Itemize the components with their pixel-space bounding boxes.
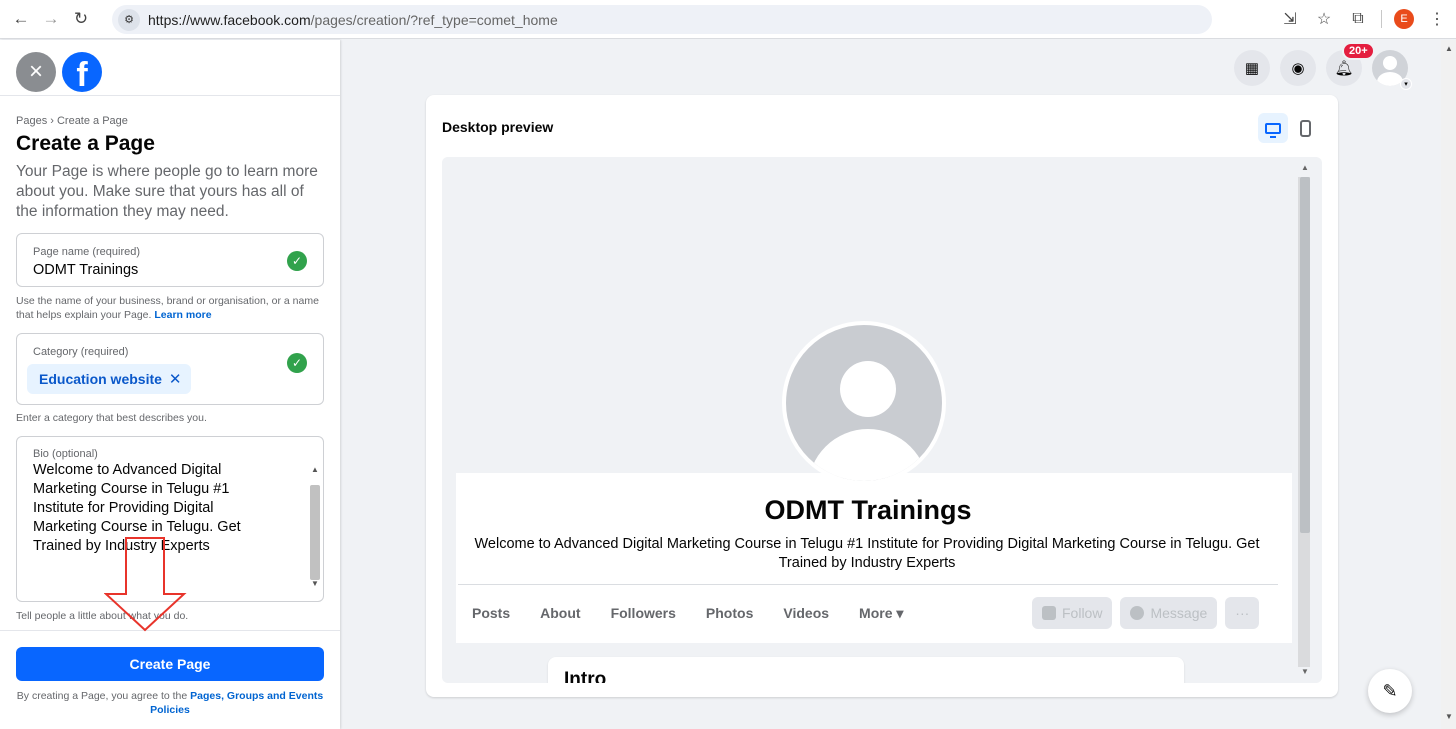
panel-header: × f [0,40,340,96]
category-chip-label: Education website [39,371,162,387]
category-chip: Education website ✕ [27,364,191,394]
page-name-label: Page name (required) [33,246,141,258]
forward-arrow-icon[interactable]: → [38,6,64,32]
profile-picture [782,321,946,485]
page-name-field[interactable]: Page name (required) ODMT Trainings ✓ [16,233,324,287]
scroll-up-icon[interactable]: ▲ [1445,44,1453,53]
remove-chip-icon[interactable]: ✕ [169,370,182,388]
kebab-menu-icon[interactable]: ⋮ [1426,6,1448,32]
create-page-button[interactable]: Create Page [16,647,324,681]
messenger-icon[interactable]: ◉ [1280,50,1316,86]
intro-description: Your Page is where people go to learn mo… [16,163,318,220]
breadcrumb[interactable]: Pages › Create a Page [16,115,128,127]
scroll-up-icon[interactable]: ▲ [311,465,319,474]
follow-icon [1042,606,1056,620]
facebook-logo-icon[interactable]: f [62,52,102,92]
bio-scrollbar[interactable]: ▲ ▼ [309,461,321,589]
terms-notice: By creating a Page, you agree to the Pag… [16,690,324,716]
facebook-top-actions: ▦ ◉ 🔔︎ 20+ [1234,42,1408,86]
notifications-bell-icon[interactable]: 🔔︎ 20+ [1326,42,1375,86]
divider [458,584,1278,585]
scroll-down-icon[interactable]: ▼ [311,579,319,588]
page-name-helper: Use the name of your business, brand or … [16,295,319,321]
scroll-thumb[interactable] [1300,177,1310,533]
intro-card: Intro [548,657,1184,683]
page-name-value[interactable]: ODMT Trainings [33,262,138,278]
category-helper: Enter a category that best describes you… [16,412,207,424]
scroll-down-icon[interactable]: ▼ [1301,667,1309,676]
category-label: Category (required) [33,346,129,358]
annotation-arrow-icon [104,537,187,632]
tab-videos[interactable]: Videos [783,605,829,622]
intro-heading: Intro [564,669,607,683]
tab-about[interactable]: About [540,605,580,622]
install-app-icon[interactable]: ⇲ [1279,6,1301,32]
learn-more-link[interactable]: Learn more [154,309,211,321]
browser-toolbar: ← → ↻ ⚙ https://www.facebook.com/pages/c… [0,0,1456,39]
preview-page-name: ODMT Trainings [764,495,972,525]
toolbar-separator [1381,10,1382,28]
panel-footer: Create Page By creating a Page, you agre… [0,630,340,729]
reload-icon[interactable]: ↻ [68,6,94,32]
more-options-button[interactable]: ··· [1225,597,1260,629]
tab-followers[interactable]: Followers [611,605,676,622]
site-settings-icon[interactable]: ⚙ [118,8,140,31]
mobile-preview-icon[interactable] [1292,113,1318,143]
compose-edit-icon[interactable]: ✎ [1368,669,1412,713]
tab-more[interactable]: More ▾ [859,605,903,622]
follow-button[interactable]: Follow [1032,597,1113,629]
tab-posts[interactable]: Posts [472,605,510,622]
nav-buttons: ← → ↻ [8,6,94,32]
close-icon[interactable]: × [16,52,56,92]
bio-label: Bio (optional) [33,448,98,460]
desktop-preview-icon[interactable] [1258,113,1288,143]
back-arrow-icon[interactable]: ← [8,6,34,32]
scroll-thumb[interactable] [310,485,320,580]
category-field[interactable]: Category (required) Education website ✕ … [16,333,324,405]
tab-photos[interactable]: Photos [706,605,753,622]
page-preview-frame: ODMT Trainings Welcome to Advanced Digit… [442,157,1322,683]
url-text: https://www.facebook.com/pages/creation/… [148,11,558,28]
browser-profile-avatar[interactable]: E [1394,9,1414,29]
scroll-up-icon[interactable]: ▲ [1301,163,1309,172]
page-scrollbar[interactable]: ▲ ▼ [1441,40,1456,729]
address-bar[interactable]: ⚙ https://www.facebook.com/pages/creatio… [112,5,1212,34]
valid-check-icon: ✓ [287,251,307,271]
valid-check-icon: ✓ [287,353,307,373]
account-caret-icon[interactable]: ▾ [1400,78,1412,90]
scroll-down-icon[interactable]: ▼ [1445,712,1453,721]
browser-actions: ⇲ ☆ ⧉ E ⋮ [1279,6,1448,32]
bookmark-star-icon[interactable]: ☆ [1313,6,1335,32]
extensions-puzzle-icon[interactable]: ⧉ [1347,6,1369,32]
message-button[interactable]: Message [1120,597,1218,629]
preview-page-bio: Welcome to Advanced Digital Marketing Co… [474,536,1260,571]
preview-card: Desktop preview ODMT Trainings Welcome t… [426,95,1338,697]
menu-grid-icon[interactable]: ▦ [1234,50,1270,86]
preview-title: Desktop preview [442,119,554,135]
preview-scrollbar[interactable]: ▲ ▼ [1296,163,1314,679]
preview-tabs: Posts About Followers Photos Videos More… [472,605,903,622]
notification-badge: 20+ [1342,42,1375,60]
page-title: Create a Page [16,132,155,155]
messenger-icon [1130,606,1145,620]
preview-actions: Follow Message ··· [1032,597,1260,629]
